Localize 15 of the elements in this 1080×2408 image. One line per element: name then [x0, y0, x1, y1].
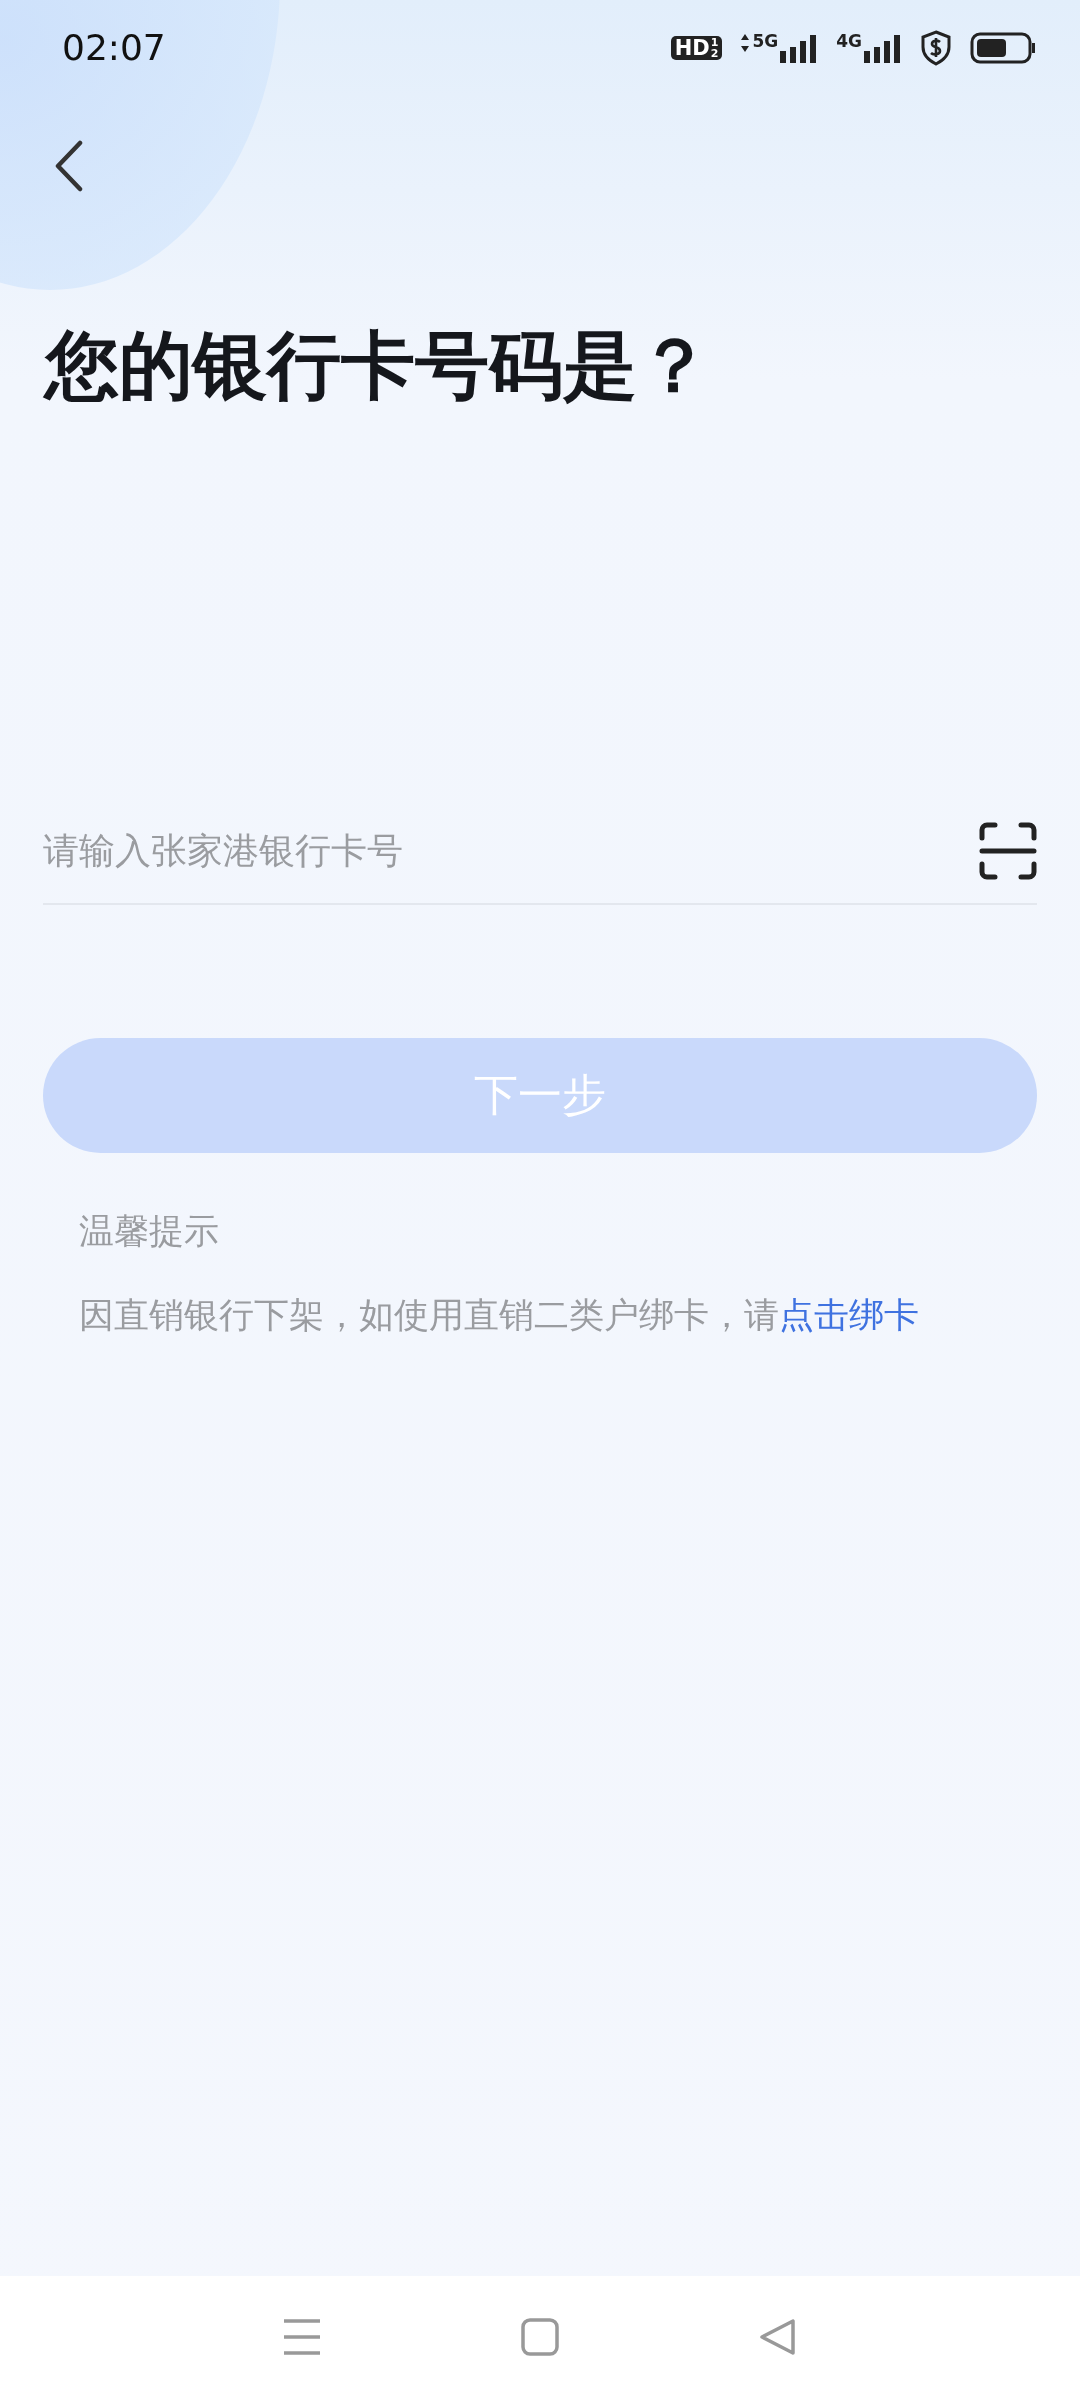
bind-card-link[interactable]: 点击绑卡 [779, 1295, 919, 1336]
menu-icon[interactable] [283, 2318, 321, 2356]
tips-heading: 温馨提示 [79, 1209, 220, 1253]
status-time: 02:07 [62, 26, 166, 70]
back-button[interactable] [54, 140, 84, 192]
scan-icon[interactable] [979, 821, 1037, 880]
shield-dollar-icon [920, 30, 952, 66]
tips-text: 因直销银行下架，如使用直销二类户绑卡，请点击绑卡 [79, 1294, 920, 1338]
signal-indicator: 5G [740, 33, 819, 63]
battery-icon [970, 32, 1036, 64]
back-icon[interactable] [759, 2318, 797, 2356]
signal-indicator: 4G [836, 33, 902, 63]
card-number-field[interactable]: 请输入张家港银行卡号 [43, 815, 979, 886]
home-icon[interactable] [521, 2318, 559, 2356]
page-title: 您的银行卡号码是？ [45, 321, 712, 410]
